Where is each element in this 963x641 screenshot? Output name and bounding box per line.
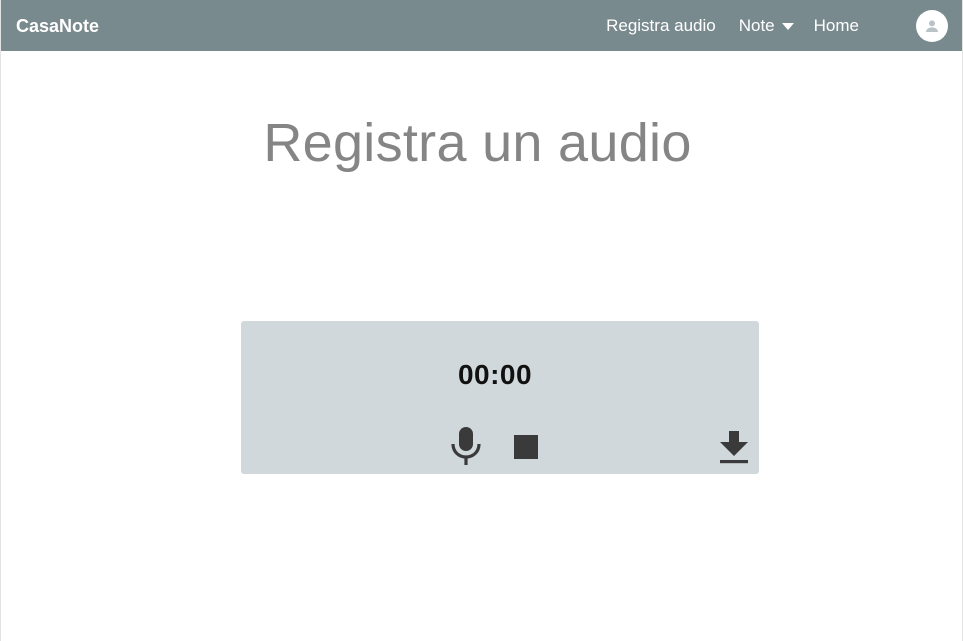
microphone-icon [451,427,481,465]
user-icon [926,19,938,32]
nav-links: Registra audio Note Home [606,0,916,51]
download-button[interactable] [717,427,751,467]
brand-link[interactable]: CasaNote [16,16,99,37]
record-button[interactable] [449,425,483,467]
recording-timer: 00:00 [457,359,533,390]
audio-recorder-panel: 00:00 [241,321,759,474]
caret-down-icon [781,23,794,30]
stop-button[interactable] [511,432,541,462]
stop-icon [514,435,538,459]
page-title: Registra un audio [263,113,692,173]
nav-link-home[interactable]: Home [814,1,859,52]
nav-dropdown-note[interactable]: Note [739,1,794,52]
navbar: CasaNote Registra audio Note Home [1,0,962,51]
download-icon [720,431,748,464]
app-window: CasaNote Registra audio Note Home Regist… [0,0,963,641]
nav-link-registra-audio[interactable]: Registra audio [606,1,716,52]
nav-dropdown-note-label: Note [738,16,775,35]
user-avatar-button[interactable] [916,9,948,42]
